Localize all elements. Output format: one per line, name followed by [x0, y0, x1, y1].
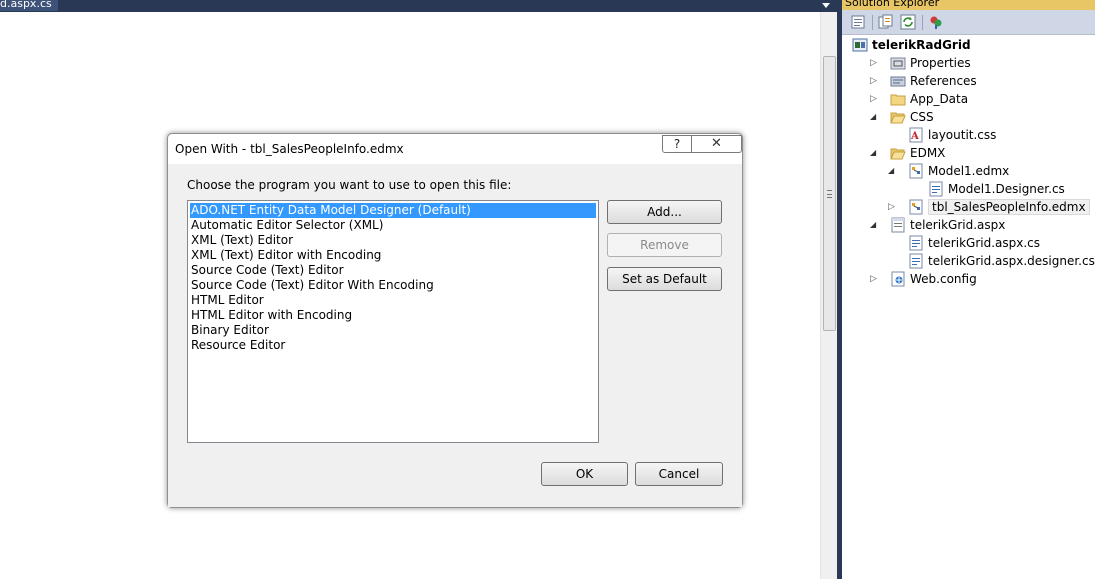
tree-node-label: Properties	[910, 56, 971, 70]
program-list-item[interactable]: Source Code (Text) Editor With Encoding	[190, 278, 596, 293]
tree-node[interactable]: telerikRadGrid	[842, 36, 1095, 54]
tree-node[interactable]: telerikGrid.aspx	[842, 216, 1095, 234]
grip-icon	[827, 190, 832, 198]
dialog-body: Choose the program you want to use to op…	[168, 164, 742, 507]
tree-node-label: Web.config	[910, 272, 977, 286]
program-list[interactable]: ADO.NET Entity Data Model Designer (Defa…	[187, 200, 599, 443]
solution-explorer: Solution Explorer telerikRadGrid Properti…	[842, 0, 1095, 579]
show-all-files-icon[interactable]	[878, 14, 894, 30]
add-button[interactable]: Add...	[607, 200, 722, 224]
dialog-prompt: Choose the program you want to use to op…	[187, 178, 512, 192]
help-button[interactable]: ?	[662, 135, 692, 153]
collapsed-arrow-icon[interactable]	[870, 94, 878, 104]
toolbar-separator	[922, 15, 923, 30]
tree-node-label: telerikGrid.aspx.designer.cs	[928, 254, 1095, 268]
tree-node[interactable]: CSS	[842, 108, 1095, 126]
program-list-item[interactable]: HTML Editor	[190, 293, 596, 308]
document-tab-dropdown[interactable]	[820, 0, 832, 11]
solution-explorer-toolbar	[842, 10, 1095, 35]
tree-node[interactable]: telerikGrid.aspx.designer.cs	[842, 252, 1095, 270]
tree-node[interactable]: EDMX	[842, 144, 1095, 162]
toolbar-separator	[872, 15, 873, 30]
cs-file-icon	[908, 253, 924, 269]
set-as-default-button[interactable]: Set as Default	[607, 267, 722, 291]
dialog-title: Open With - tbl_SalesPeopleInfo.edmx	[175, 142, 404, 156]
css-file-icon: A	[908, 127, 924, 143]
collapsed-arrow-icon[interactable]	[870, 76, 878, 86]
expanded-arrow-icon[interactable]	[870, 220, 878, 230]
tree-node-label: Model1.edmx	[928, 164, 1010, 178]
tree-node-label: telerikGrid.aspx	[910, 218, 1006, 232]
folder-open-icon	[890, 145, 906, 161]
program-list-item[interactable]: HTML Editor with Encoding	[190, 308, 596, 323]
program-list-item[interactable]: Binary Editor	[190, 323, 596, 338]
dialog-title-bar[interactable]: Open With - tbl_SalesPeopleInfo.edmx ? ✕	[168, 134, 742, 164]
tree-node-label: Model1.Designer.cs	[948, 182, 1065, 196]
references-icon	[890, 73, 906, 89]
tree-node-label: App_Data	[910, 92, 969, 106]
svg-text:A: A	[910, 131, 919, 142]
expanded-arrow-icon[interactable]	[870, 148, 878, 158]
tree-node[interactable]: App_Data	[842, 90, 1095, 108]
tree-node-label: tbl_SalesPeopleInfo.edmx	[928, 199, 1090, 215]
program-list-item[interactable]: Resource Editor	[190, 338, 596, 353]
cs-file-icon	[908, 235, 924, 251]
tree-node-label: telerikRadGrid	[872, 38, 971, 52]
tree-node[interactable]: Model1.edmx	[842, 162, 1095, 180]
properties-icon	[890, 55, 906, 71]
tree-node[interactable]: References	[842, 72, 1095, 90]
cs-file-icon	[928, 181, 944, 197]
tree-node-label: CSS	[910, 110, 934, 124]
config-file-icon	[890, 271, 906, 287]
document-tab[interactable]: d.aspx.cs	[0, 0, 58, 11]
csharp-project-icon	[852, 37, 868, 53]
ok-button[interactable]: OK	[541, 462, 628, 486]
open-with-dialog: Open With - tbl_SalesPeopleInfo.edmx ? ✕…	[167, 133, 743, 508]
edmx-file-icon	[908, 199, 924, 215]
expanded-arrow-icon[interactable]	[870, 112, 878, 122]
tree-node[interactable]: Alayoutit.css	[842, 126, 1095, 144]
tree-node[interactable]: tbl_SalesPeopleInfo.edmx	[842, 198, 1095, 216]
tree-node[interactable]: Model1.Designer.cs	[842, 180, 1095, 198]
solution-explorer-title: Solution Explorer	[845, 0, 940, 9]
tree-node-label: telerikGrid.aspx.cs	[928, 236, 1041, 250]
edmx-file-icon	[908, 163, 924, 179]
aspx-file-icon	[890, 217, 906, 233]
scrollbar-thumb[interactable]	[823, 56, 836, 331]
cancel-button[interactable]: Cancel	[635, 462, 723, 486]
remove-button[interactable]: Remove	[607, 233, 722, 257]
collapsed-arrow-icon[interactable]	[888, 202, 896, 212]
tree-node[interactable]: Properties	[842, 54, 1095, 72]
program-list-item[interactable]: XML (Text) Editor with Encoding	[190, 248, 596, 263]
tree-node-label: layoutit.css	[928, 128, 997, 142]
tree-node[interactable]: telerikGrid.aspx.cs	[842, 234, 1095, 252]
tree-node[interactable]: Web.config	[842, 270, 1095, 288]
solution-explorer-title-bar: Solution Explorer	[842, 0, 1095, 10]
program-list-item[interactable]: Automatic Editor Selector (XML)	[190, 218, 596, 233]
editor-vertical-scrollbar[interactable]	[820, 12, 837, 579]
close-button[interactable]: ✕	[692, 135, 742, 153]
program-list-item[interactable]: ADO.NET Entity Data Model Designer (Defa…	[190, 203, 596, 218]
properties-toolbar-icon[interactable]	[850, 14, 866, 30]
collapsed-arrow-icon[interactable]	[870, 274, 878, 284]
tree-node-label: EDMX	[910, 146, 946, 160]
folder-icon	[890, 91, 906, 107]
folder-open-icon	[890, 109, 906, 125]
close-icon: ✕	[711, 136, 722, 151]
refresh-icon[interactable]	[900, 14, 916, 30]
view-class-diagram-icon[interactable]	[928, 14, 944, 30]
tree-node-label: References	[910, 74, 977, 88]
document-tab-strip: d.aspx.cs	[0, 0, 838, 12]
collapsed-arrow-icon[interactable]	[870, 58, 878, 68]
expanded-arrow-icon[interactable]	[888, 166, 896, 176]
program-list-item[interactable]: Source Code (Text) Editor	[190, 263, 596, 278]
chevron-down-icon	[822, 3, 830, 8]
program-list-item[interactable]: XML (Text) Editor	[190, 233, 596, 248]
